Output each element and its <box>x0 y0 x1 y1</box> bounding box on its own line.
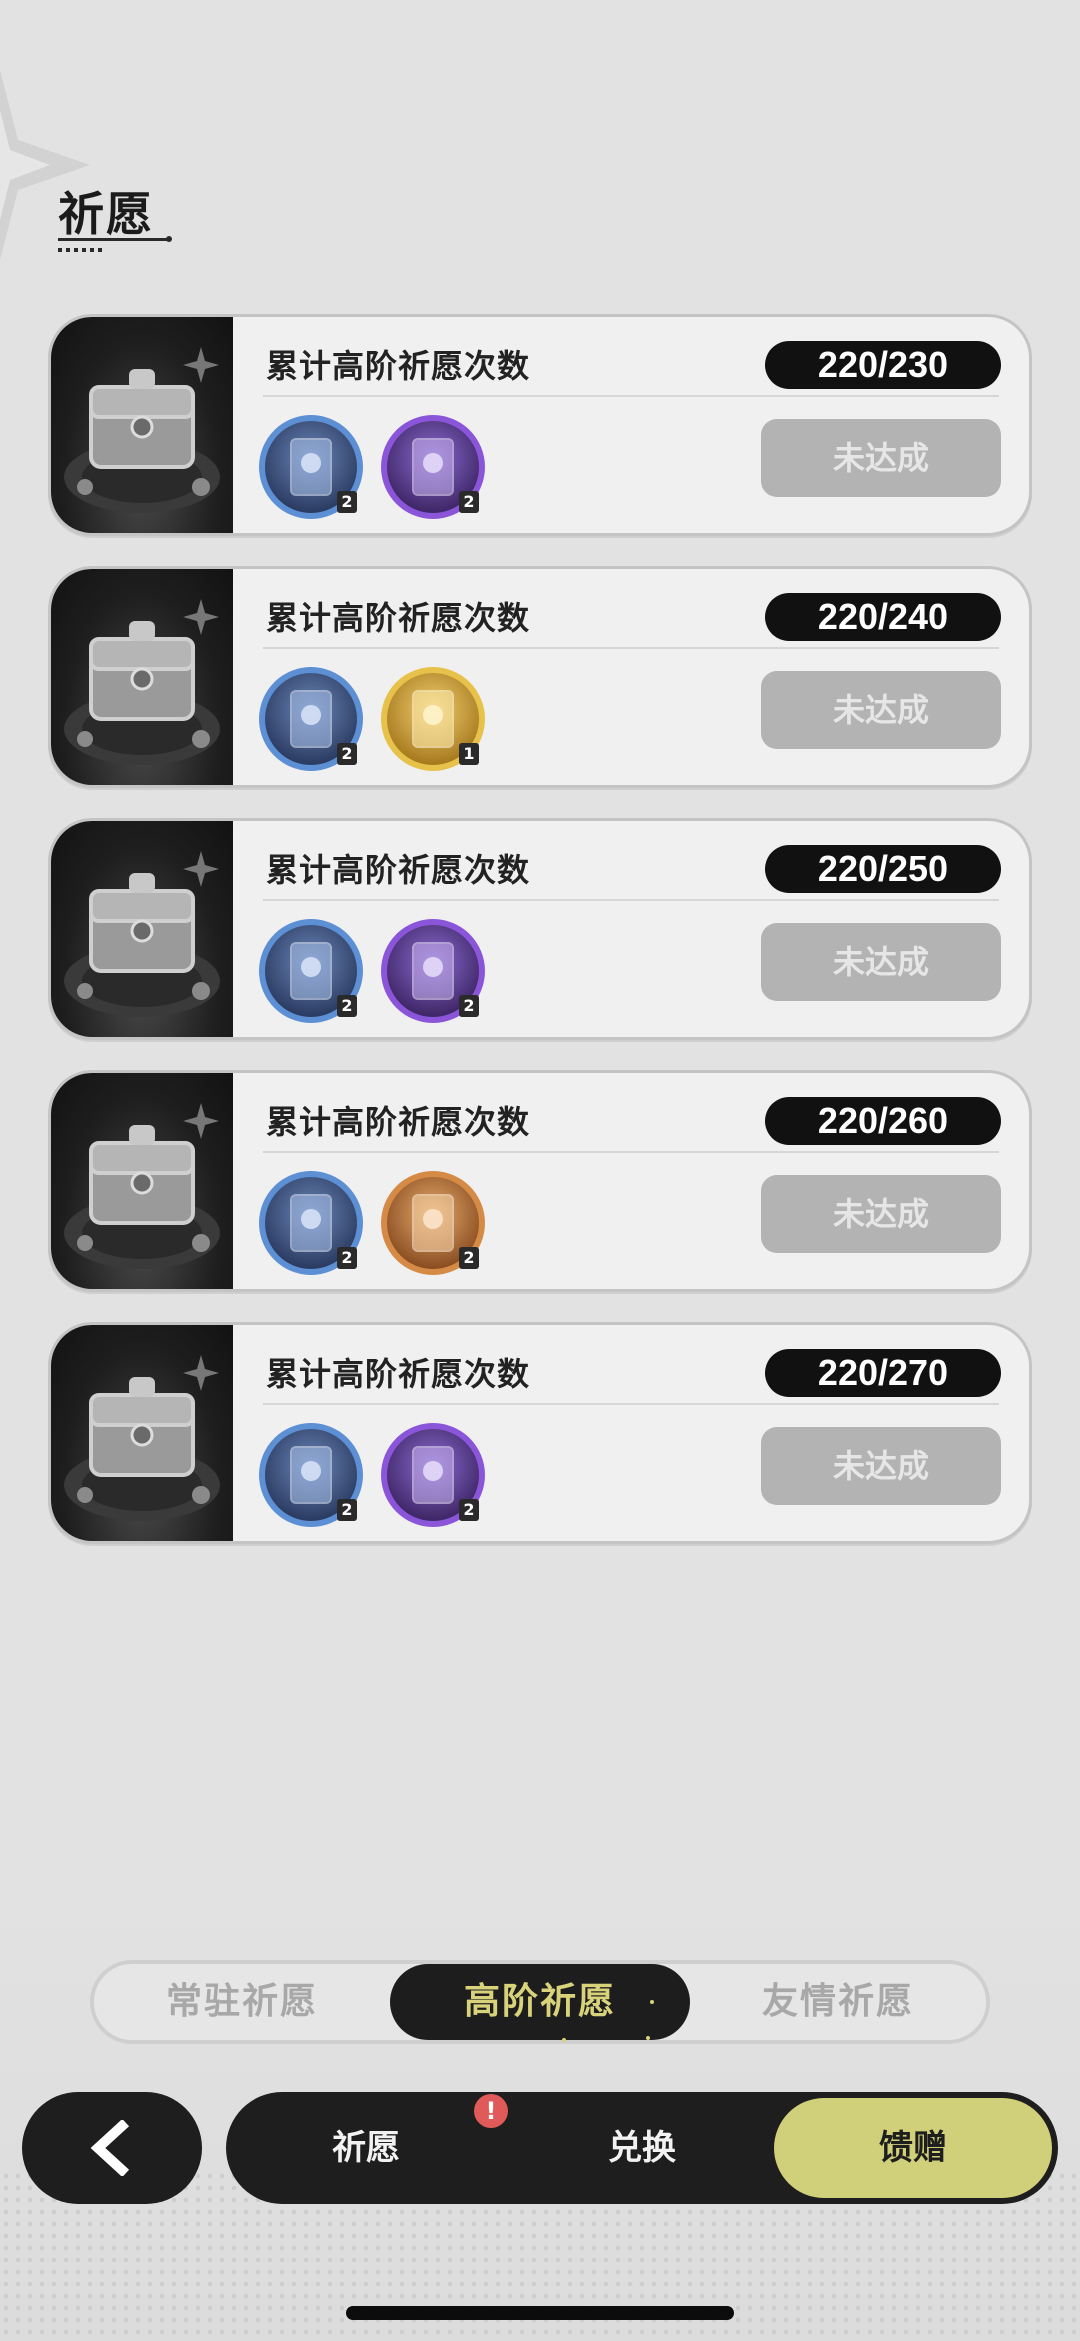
milestone-card: 累计高阶祈愿次数 220/270 2 2 未达成 <box>48 1322 1032 1544</box>
treasure-chest-icon <box>51 821 233 1037</box>
reward-item[interactable]: 2 <box>381 1171 485 1275</box>
reward-item[interactable]: 2 <box>259 667 363 771</box>
progress-counter: 220/250 <box>765 845 1001 893</box>
milestone-title: 累计高阶祈愿次数 <box>266 1103 531 1141</box>
divider <box>263 647 999 649</box>
nav-wish[interactable]: 祈愿 <box>256 2092 476 2204</box>
claim-status-button[interactable]: 未达成 <box>761 419 1001 497</box>
reward-count: 1 <box>459 743 479 765</box>
tab-advanced-wish[interactable]: 高阶祈愿 <box>390 1964 690 2040</box>
progress-counter: 220/230 <box>765 341 1001 389</box>
treasure-chest-icon <box>51 1325 233 1541</box>
claim-status-button[interactable]: 未达成 <box>761 1175 1001 1253</box>
reward-item[interactable]: 2 <box>259 415 363 519</box>
divider <box>263 395 999 397</box>
divider <box>263 899 999 901</box>
title-underline <box>58 238 170 241</box>
reward-count: 2 <box>337 1499 357 1521</box>
sparkle <box>562 2038 566 2042</box>
tab-standard-wish[interactable]: 常驻祈愿 <box>94 1964 390 2040</box>
reward-item[interactable]: 2 <box>259 1423 363 1527</box>
reward-count: 2 <box>459 491 479 513</box>
milestone-card: 累计高阶祈愿次数 220/260 2 2 未达成 <box>48 1070 1032 1292</box>
sparkle <box>650 2000 654 2004</box>
reward-count: 2 <box>337 491 357 513</box>
milestone-card: 累计高阶祈愿次数 220/250 2 2 未达成 <box>48 818 1032 1040</box>
title-dots <box>58 248 106 252</box>
tab-friendship-wish[interactable]: 友情祈愿 <box>690 1964 986 2040</box>
chevron-left-icon <box>90 2120 130 2176</box>
treasure-chest-icon <box>51 1073 233 1289</box>
reward-item[interactable]: 2 <box>259 1171 363 1275</box>
progress-counter: 220/240 <box>765 593 1001 641</box>
alert-badge-icon: ! <box>474 2094 508 2128</box>
reward-count: 2 <box>337 1247 357 1269</box>
wish-type-tabs: 常驻祈愿 高阶祈愿 友情祈愿 <box>90 1960 990 2044</box>
milestone-title: 累计高阶祈愿次数 <box>266 347 531 385</box>
treasure-chest-icon <box>51 569 233 785</box>
divider <box>263 1151 999 1153</box>
reward-count: 2 <box>459 995 479 1017</box>
divider <box>263 1403 999 1405</box>
sparkle <box>646 2036 650 2040</box>
reward-item[interactable]: 2 <box>381 1423 485 1527</box>
reward-item[interactable]: 1 <box>381 667 485 771</box>
reward-count: 2 <box>337 743 357 765</box>
reward-item[interactable]: 2 <box>259 919 363 1023</box>
nav-exchange[interactable]: 兑换 <box>532 2092 752 2204</box>
bottom-nav: 祈愿 兑换 馈赠 <box>226 2092 1058 2204</box>
claim-status-button[interactable]: 未达成 <box>761 923 1001 1001</box>
title-tick <box>166 236 172 242</box>
page-title: 祈愿 <box>58 187 154 241</box>
treasure-chest-icon <box>51 317 233 533</box>
milestone-card: 累计高阶祈愿次数 220/230 2 2 未达成 <box>48 314 1032 536</box>
nav-gift[interactable]: 馈赠 <box>774 2098 1052 2198</box>
home-indicator[interactable] <box>346 2306 734 2320</box>
claim-status-button[interactable]: 未达成 <box>761 671 1001 749</box>
milestone-title: 累计高阶祈愿次数 <box>266 599 531 637</box>
reward-count: 2 <box>337 995 357 1017</box>
milestone-card: 累计高阶祈愿次数 220/240 2 1 未达成 <box>48 566 1032 788</box>
milestone-title: 累计高阶祈愿次数 <box>266 851 531 889</box>
milestone-title: 累计高阶祈愿次数 <box>266 1355 531 1393</box>
reward-count: 2 <box>459 1499 479 1521</box>
progress-counter: 220/270 <box>765 1349 1001 1397</box>
reward-count: 2 <box>459 1247 479 1269</box>
reward-item[interactable]: 2 <box>381 415 485 519</box>
reward-item[interactable]: 2 <box>381 919 485 1023</box>
progress-counter: 220/260 <box>765 1097 1001 1145</box>
claim-status-button[interactable]: 未达成 <box>761 1427 1001 1505</box>
back-button[interactable] <box>22 2092 202 2204</box>
